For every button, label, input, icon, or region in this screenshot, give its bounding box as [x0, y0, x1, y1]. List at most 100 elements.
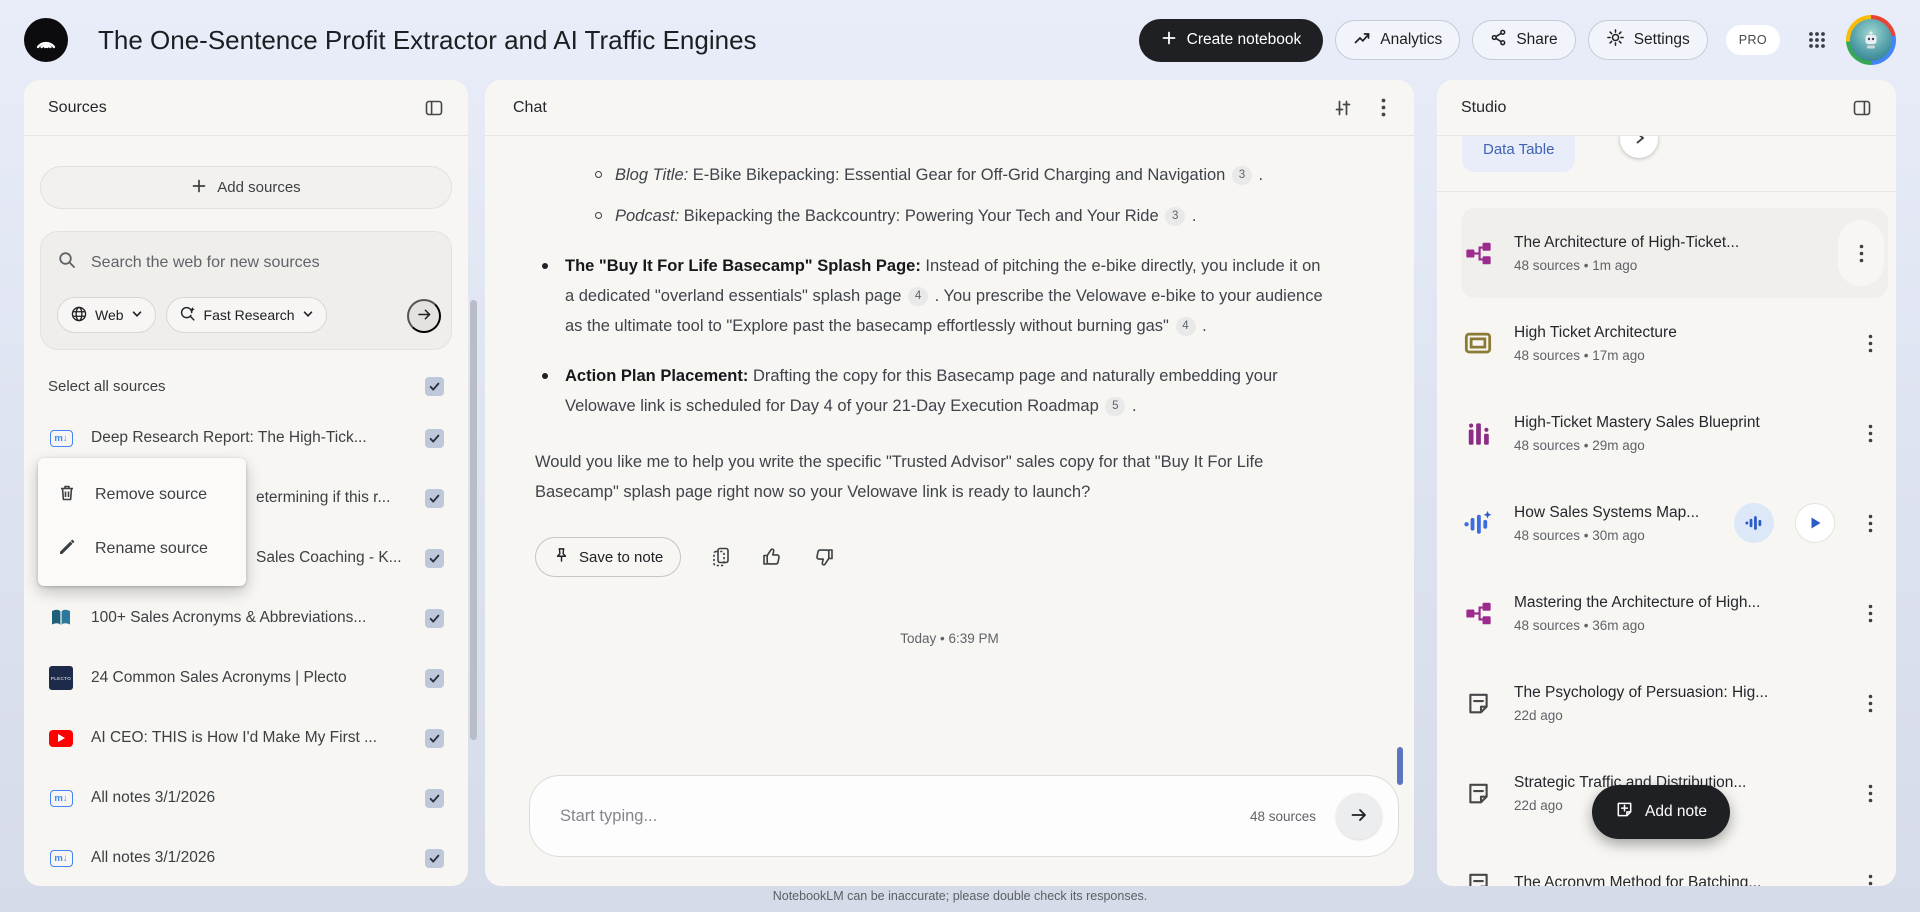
source-checkbox[interactable]	[425, 788, 444, 808]
source-row[interactable]: m↓ All notes 3/1/2026	[24, 828, 468, 886]
select-all-checkbox[interactable]	[425, 376, 444, 396]
studio-item-row[interactable]: High-Ticket Mastery Sales Blueprint 48 so…	[1461, 388, 1888, 478]
flowchart-icon	[1461, 601, 1495, 626]
analytics-button[interactable]: Analytics	[1335, 20, 1461, 60]
studio-chip-strip: Data Table	[1437, 136, 1896, 192]
thumbs-up-icon[interactable]	[761, 546, 783, 568]
source-checkbox[interactable]	[425, 428, 444, 448]
copy-icon[interactable]	[711, 546, 731, 568]
source-checkbox[interactable]	[425, 548, 444, 568]
sources-header: Sources	[24, 80, 468, 136]
citation-chip[interactable]: 4	[908, 286, 929, 306]
chat-settings-sliders-icon[interactable]	[1333, 98, 1353, 118]
create-notebook-button[interactable]: Create notebook	[1138, 18, 1324, 62]
notebook-title[interactable]: The One-Sentence Profit Extractor and AI…	[98, 25, 757, 56]
save-to-note-button[interactable]: Save to note	[535, 537, 682, 577]
note-icon	[1461, 781, 1495, 806]
web-search-card: Search the web for new sources Web Fast …	[40, 231, 452, 350]
studio-item-text: The Acronym Method for Batching...	[1514, 874, 1837, 886]
chevron-right-icon	[1634, 136, 1646, 148]
pencil-icon	[57, 537, 77, 562]
source-row[interactable]: AI CEO: THIS is How I'd Make My First ..…	[24, 708, 468, 768]
studio-item-row[interactable]: Mastering the Architecture of High... 48 …	[1461, 568, 1888, 658]
user-avatar[interactable]	[1846, 15, 1896, 65]
source-row[interactable]: m↓ All notes 3/1/2026	[24, 768, 468, 828]
citation-chip[interactable]: 5	[1105, 396, 1126, 416]
settings-button[interactable]: Settings	[1587, 20, 1708, 60]
studio-item-title: The Acronym Method for Batching...	[1514, 874, 1762, 886]
share-button[interactable]: Share	[1472, 20, 1576, 60]
source-row[interactable]: PLECTO 24 Common Sales Acronyms | Plecto	[24, 648, 468, 708]
chat-bullet: Podcast: Bikepacking the Backcountry: Po…	[535, 201, 1330, 231]
thumbs-down-icon[interactable]	[813, 546, 835, 568]
select-all-row: Select all sources	[48, 372, 444, 400]
source-checkbox[interactable]	[425, 608, 444, 628]
play-button[interactable]	[1795, 503, 1835, 543]
source-title: Sales Coaching - K...	[256, 549, 402, 566]
apps-grid-icon[interactable]	[1800, 20, 1834, 60]
studio-item-row[interactable]: High Ticket Architecture 48 sources • 17m…	[1461, 298, 1888, 388]
citation-chip[interactable]: 3	[1231, 165, 1252, 185]
search-input[interactable]: Search the web for new sources	[57, 250, 437, 275]
search-icon	[57, 250, 77, 275]
item-more-menu-icon[interactable]	[1856, 323, 1884, 363]
studio-item-row[interactable]: How Sales Systems Map... 48 sources • 30m…	[1461, 478, 1888, 568]
item-more-menu-icon[interactable]	[1856, 593, 1884, 633]
studio-list: The Architecture of High-Ticket... 48 sou…	[1437, 192, 1896, 886]
item-more-menu-icon[interactable]	[1856, 413, 1884, 453]
citation-chip[interactable]: 4	[1175, 316, 1196, 336]
note-icon	[1461, 691, 1495, 716]
studio-item-row[interactable]: The Psychology of Persuasion: Hig... 22d …	[1461, 658, 1888, 748]
collapse-studio-panel-icon[interactable]	[1852, 98, 1872, 118]
source-checkbox[interactable]	[425, 848, 444, 868]
chat-bullet: Blog Title: E-Bike Bikepacking: Essentia…	[535, 160, 1330, 190]
add-sources-button[interactable]: Add sources	[40, 166, 452, 209]
web-source-dropdown[interactable]: Web	[57, 297, 156, 333]
note-icon	[1461, 871, 1495, 886]
data-table-chip[interactable]: Data Table	[1462, 136, 1576, 172]
item-more-menu-icon[interactable]	[1847, 233, 1875, 273]
rename-source-menu-item[interactable]: Rename source	[38, 522, 246, 576]
add-note-button[interactable]: Add note	[1592, 785, 1731, 839]
collapse-sources-panel-icon[interactable]	[424, 98, 444, 118]
studio-item-text: How Sales Systems Map... 48 sources • 30m…	[1514, 504, 1715, 543]
chip-scroll-next-button[interactable]	[1620, 136, 1658, 158]
notebooklm-logo-icon[interactable]	[24, 18, 68, 62]
search-submit-button[interactable]	[407, 299, 441, 333]
message-actions-row: Save to note	[535, 537, 1414, 577]
item-more-menu-icon[interactable]	[1856, 683, 1884, 723]
chat-scrollbar-thumb[interactable]	[1397, 747, 1403, 785]
pro-badge: PRO	[1725, 25, 1780, 55]
item-more-menu-icon[interactable]	[1856, 773, 1884, 813]
interactive-mode-button[interactable]	[1734, 503, 1774, 543]
chat-input[interactable]: Start typing... 48 sources	[529, 775, 1399, 857]
source-checkbox[interactable]	[425, 668, 444, 688]
item-more-menu-icon[interactable]	[1856, 863, 1884, 886]
chevron-down-icon	[302, 307, 314, 323]
studio-item-title: High-Ticket Mastery Sales Blueprint	[1514, 413, 1760, 431]
research-mode-dropdown[interactable]: Fast Research	[165, 297, 327, 333]
send-message-button[interactable]	[1336, 793, 1382, 839]
chat-more-menu-icon[interactable]	[1381, 98, 1386, 117]
source-title: etermining if this r...	[256, 489, 391, 506]
studio-item-row[interactable]: The Acronym Method for Batching...	[1461, 838, 1888, 886]
citation-chip[interactable]: 3	[1165, 206, 1186, 226]
flowchart-icon	[1461, 241, 1495, 266]
select-all-label: Select all sources	[48, 377, 166, 395]
search-options-row: Web Fast Research	[57, 297, 437, 333]
source-row[interactable]: 100+ Sales Acronyms & Abbreviations...	[24, 588, 468, 648]
remove-source-menu-item[interactable]: Remove source	[38, 468, 246, 522]
chat-header: Chat	[485, 80, 1414, 136]
source-checkbox[interactable]	[425, 728, 444, 748]
source-checkbox[interactable]	[425, 488, 444, 508]
item-more-menu-icon[interactable]	[1856, 503, 1884, 543]
disclaimer-text: NotebookLM can be inaccurate; please dou…	[772, 889, 1148, 903]
hollow-bullet-marker	[595, 212, 602, 219]
bullet-marker	[542, 373, 548, 379]
studio-item-text: The Psychology of Persuasion: Hig... 22d …	[1514, 684, 1837, 723]
studio-item-row[interactable]: The Architecture of High-Ticket... 48 sou…	[1461, 208, 1888, 298]
sources-scrollbar-thumb[interactable]	[470, 300, 477, 740]
share-icon	[1490, 29, 1507, 51]
studio-item-subtitle: 48 sources • 36m ago	[1514, 617, 1645, 633]
chat-title: Chat	[513, 98, 547, 116]
